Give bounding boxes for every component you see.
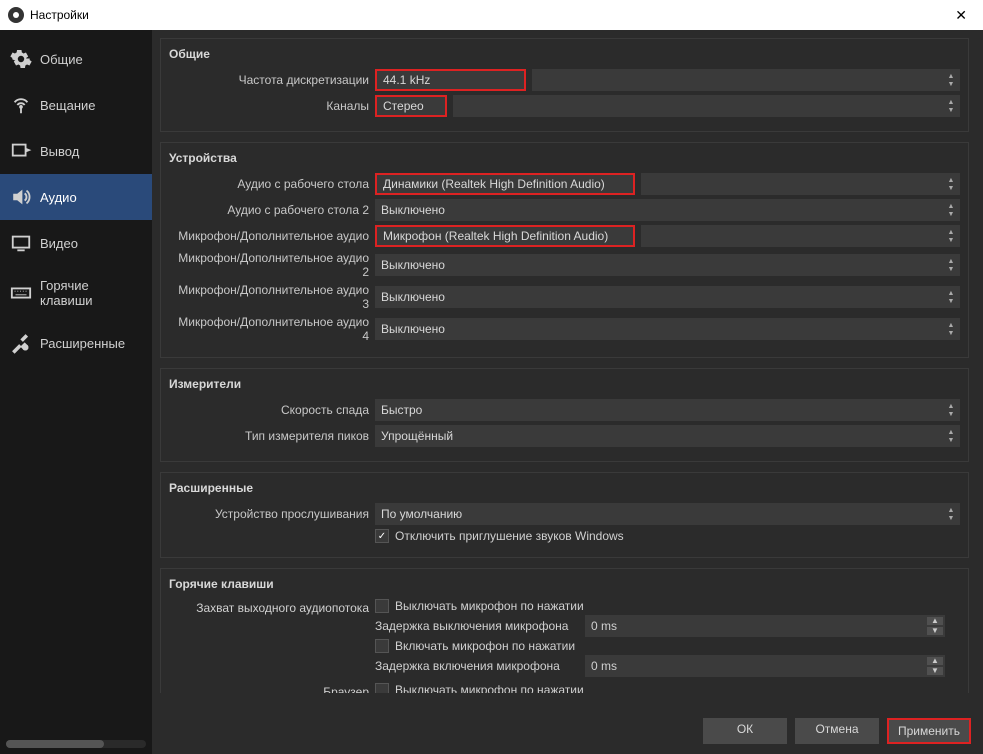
mic2-label: Микрофон/Дополнительное аудио 2 [169, 251, 369, 279]
channels-combo[interactable]: Стерео [375, 95, 447, 117]
mic1-combo[interactable]: Микрофон (Realtek High Definition Audio) [375, 225, 635, 247]
mic3-label: Микрофон/Дополнительное аудио 3 [169, 283, 369, 311]
tools-icon [10, 332, 32, 354]
peak-label: Тип измерителя пиков [169, 429, 369, 443]
keyboard-icon [10, 282, 32, 304]
desktop2-label: Аудио с рабочего стола 2 [169, 203, 369, 217]
sidebar-item-audio[interactable]: Аудио [0, 174, 152, 220]
sidebar-item-output[interactable]: Вывод [0, 128, 152, 174]
cancel-button[interactable]: Отмена [795, 718, 879, 744]
audio-icon [10, 186, 32, 208]
button-bar: ОК Отмена Применить [703, 718, 971, 744]
ducking-checkbox[interactable]: ✓ [375, 529, 389, 543]
broadcast-icon [10, 94, 32, 116]
mic2-combo[interactable]: Выключено▲▼ [375, 254, 960, 276]
sidebar-label: Видео [40, 236, 78, 251]
mic1-label: Микрофон/Дополнительное аудио [169, 229, 369, 243]
browser-mute-label: Выключать микрофон по нажатии [395, 683, 584, 693]
browser-source-label: Браузер [169, 683, 369, 693]
sidebar-label: Горячие клавиши [40, 278, 142, 308]
desktop2-combo[interactable]: Выключено▲▼ [375, 199, 960, 221]
unmute-push-label: Включать микрофон по нажатии [395, 639, 575, 653]
mute-delay-label: Задержка выключения микрофона [375, 619, 579, 633]
sidebar-label: Расширенные [40, 336, 125, 351]
apply-button[interactable]: Применить [887, 718, 971, 744]
monitor-combo[interactable]: По умолчанию▲▼ [375, 503, 960, 525]
output-icon [10, 140, 32, 162]
sample-rate-label: Частота дискретизации [169, 73, 369, 87]
mic1-track: ▲▼ [641, 225, 960, 247]
desktop1-label: Аудио с рабочего стола [169, 177, 369, 191]
sidebar-item-general[interactable]: Общие [0, 36, 152, 82]
sidebar-scrollbar[interactable] [6, 740, 146, 748]
group-general: Общие Частота дискретизации 44.1 kHz ▲▼ … [160, 38, 969, 132]
sidebar-item-video[interactable]: Видео [0, 220, 152, 266]
peak-combo[interactable]: Упрощённый▲▼ [375, 425, 960, 447]
mute-push-label: Выключать микрофон по нажатии [395, 599, 584, 613]
browser-mute-checkbox[interactable] [375, 683, 389, 693]
group-title: Горячие клавиши [169, 575, 960, 599]
window-title: Настройки [30, 8, 89, 22]
unmute-delay-input[interactable]: 0 ms▲▼ [585, 655, 945, 677]
group-devices: Устройства Аудио с рабочего стола Динами… [160, 142, 969, 358]
video-icon [10, 232, 32, 254]
mute-push-checkbox[interactable] [375, 599, 389, 613]
channels-label: Каналы [169, 99, 369, 113]
sidebar-item-stream[interactable]: Вещание [0, 82, 152, 128]
decay-label: Скорость спада [169, 403, 369, 417]
mic3-combo[interactable]: Выключено▲▼ [375, 286, 960, 308]
sidebar-label: Аудио [40, 190, 77, 205]
sidebar-item-advanced[interactable]: Расширенные [0, 320, 152, 366]
monitor-label: Устройство прослушивания [169, 507, 369, 521]
group-title: Измерители [169, 375, 960, 399]
app-icon [8, 7, 24, 23]
ducking-label: Отключить приглушение звуков Windows [395, 529, 624, 543]
group-title: Устройства [169, 149, 960, 173]
main-panel: Общие Частота дискретизации 44.1 kHz ▲▼ … [152, 30, 983, 754]
close-icon[interactable]: ✕ [947, 7, 975, 24]
mute-delay-input[interactable]: 0 ms▲▼ [585, 615, 945, 637]
gear-icon [10, 48, 32, 70]
ok-button[interactable]: ОК [703, 718, 787, 744]
desktop1-track: ▲▼ [641, 173, 960, 195]
sidebar-label: Общие [40, 52, 83, 67]
unmute-delay-label: Задержка включения микрофона [375, 659, 579, 673]
sample-rate-track: ▲▼ [532, 69, 960, 91]
group-title: Общие [169, 45, 960, 69]
mic4-combo[interactable]: Выключено▲▼ [375, 318, 960, 340]
sidebar-item-hotkeys[interactable]: Горячие клавиши [0, 266, 152, 320]
capture-source-label: Захват выходного аудиопотока [169, 599, 369, 679]
sidebar-label: Вывод [40, 144, 79, 159]
sidebar-label: Вещание [40, 98, 96, 113]
group-title: Расширенные [169, 479, 960, 503]
group-hotkeys: Горячие клавиши Захват выходного аудиопо… [160, 568, 969, 693]
mic4-label: Микрофон/Дополнительное аудио 4 [169, 315, 369, 343]
sample-rate-combo[interactable]: 44.1 kHz [375, 69, 526, 91]
decay-combo[interactable]: Быстро▲▼ [375, 399, 960, 421]
desktop1-combo[interactable]: Динамики (Realtek High Definition Audio) [375, 173, 635, 195]
channels-track: ▲▼ [453, 95, 960, 117]
group-advanced: Расширенные Устройство прослушивания По … [160, 472, 969, 558]
group-meters: Измерители Скорость спада Быстро▲▼ Тип и… [160, 368, 969, 462]
titlebar: Настройки ✕ [0, 0, 983, 30]
unmute-push-checkbox[interactable] [375, 639, 389, 653]
sidebar: Общие Вещание Вывод Аудио Видео Горячие … [0, 30, 152, 754]
